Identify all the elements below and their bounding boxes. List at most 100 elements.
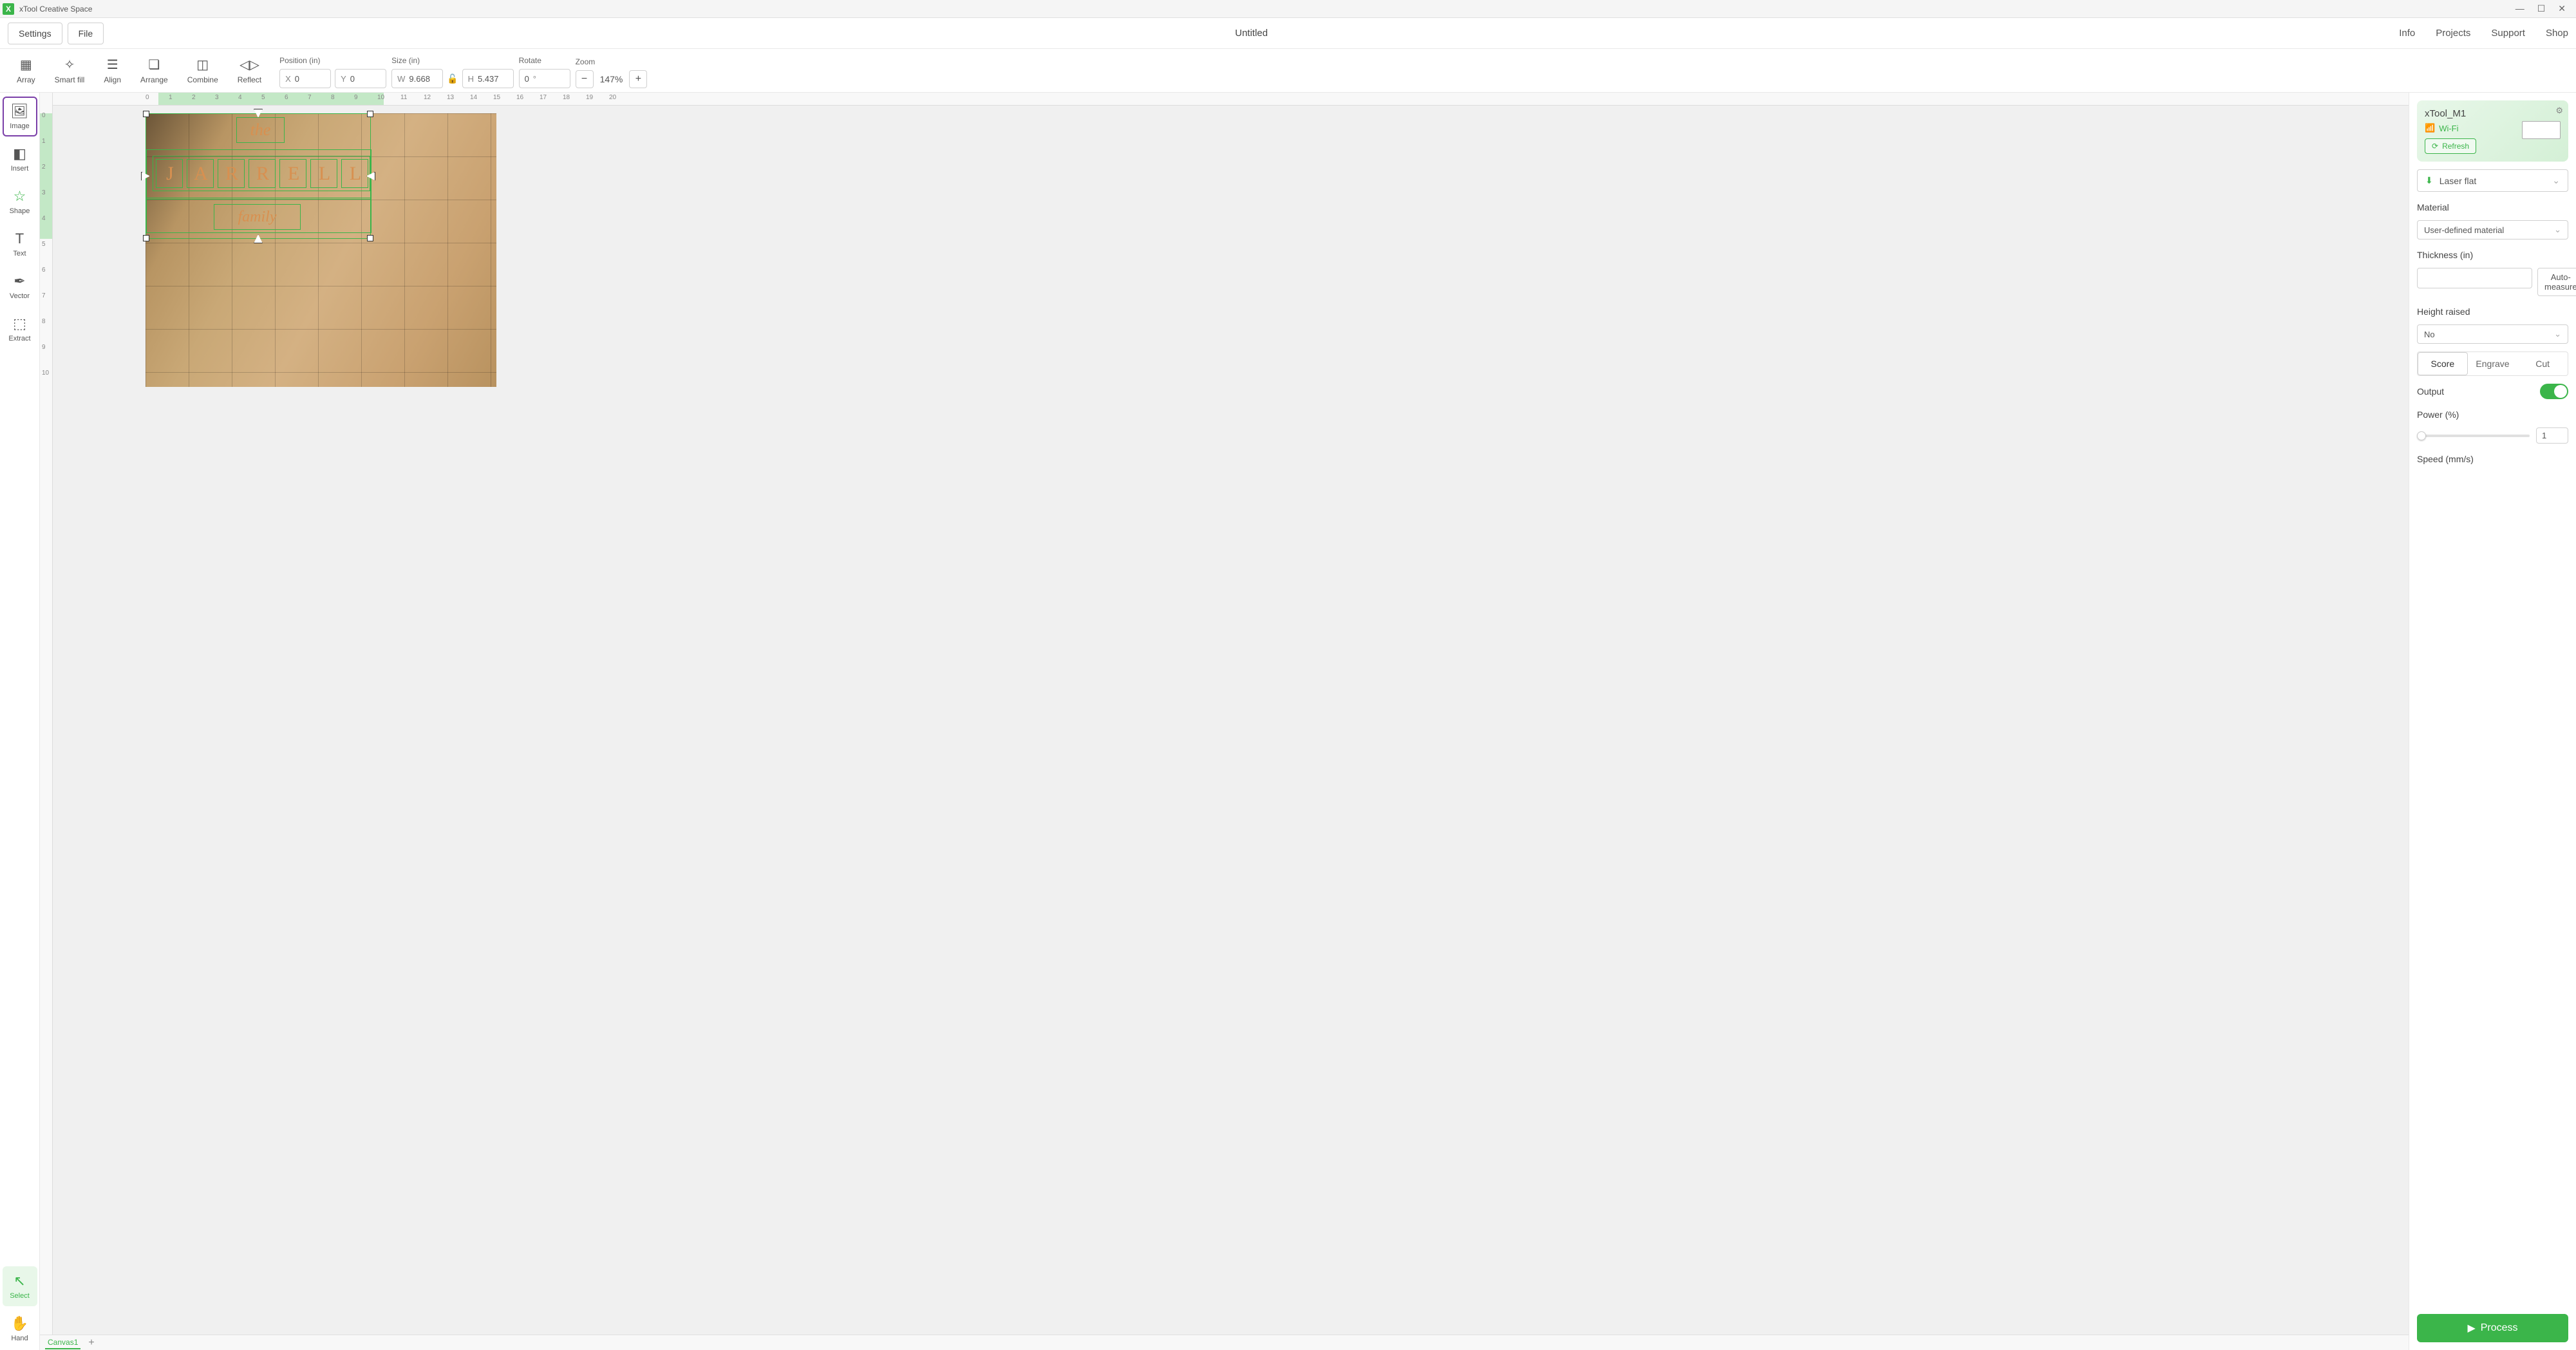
mode-select[interactable]: ⬇ Laser flat ⌄ — [2417, 169, 2568, 192]
canvas-viewport[interactable]: the JARRELL family — [53, 106, 2409, 1335]
output-toggle[interactable] — [2540, 384, 2568, 399]
material-select[interactable]: User-defined material⌄ — [2417, 220, 2568, 239]
lock-aspect-icon[interactable]: 🔓 — [447, 73, 458, 84]
handle-br[interactable] — [367, 235, 373, 241]
minimize-button[interactable]: — — [2515, 3, 2524, 14]
align-tool[interactable]: ☰Align — [95, 49, 130, 92]
device-card: ⚙ xTool_M1 📶Wi-Fi ⟳Refresh — [2417, 100, 2568, 162]
ruler-horizontal: 0 1 2 3 4 5 6 7 8 9 10 11 12 13 14 15 16… — [53, 93, 2409, 106]
process-icon: ▶ — [2467, 1322, 2475, 1335]
smartfill-tool[interactable]: ✧Smart fill — [46, 49, 94, 92]
nav-shop[interactable]: Shop — [2546, 28, 2568, 39]
zoom-out-button[interactable]: − — [576, 70, 594, 88]
handle-top[interactable] — [254, 109, 263, 118]
design-text-jarrell[interactable]: JARRELL — [153, 156, 370, 191]
array-tool[interactable]: ▦Array — [8, 49, 44, 92]
laser-flat-icon: ⬇ — [2425, 175, 2433, 186]
automeasure-button[interactable]: Auto-measure — [2537, 268, 2576, 296]
chevron-down-icon: ⌄ — [2554, 329, 2561, 339]
thickness-input[interactable] — [2417, 268, 2532, 288]
zoom-value: 147% — [596, 74, 627, 84]
rotate-input[interactable]: 0° — [519, 69, 570, 88]
thickness-label: Thickness (in) — [2417, 250, 2568, 260]
select-tool[interactable]: ↖Select — [3, 1266, 37, 1306]
shape-icon: ☆ — [14, 188, 26, 205]
extract-icon: ⬚ — [13, 315, 26, 332]
text-tool[interactable]: TText — [3, 224, 37, 264]
handle-tr[interactable] — [367, 111, 373, 117]
material-label: Material — [2417, 202, 2568, 212]
image-tool[interactable]: 🖼Image — [3, 97, 37, 136]
extract-tool[interactable]: ⬚Extract — [3, 309, 37, 349]
tab-engrave[interactable]: Engrave — [2468, 352, 2518, 375]
tab-cut[interactable]: Cut — [2517, 352, 2568, 375]
nav-projects[interactable]: Projects — [2436, 28, 2470, 39]
process-button[interactable]: ▶ Process — [2417, 1314, 2568, 1342]
size-h-input[interactable]: H5.437 — [462, 69, 514, 88]
position-x-input[interactable]: X0 — [279, 69, 331, 88]
align-icon: ☰ — [107, 57, 118, 73]
nav-support[interactable]: Support — [2491, 28, 2525, 39]
chevron-down-icon: ⌄ — [2554, 225, 2561, 235]
app-icon: X — [3, 3, 14, 15]
arrange-icon: ❏ — [148, 57, 160, 73]
array-icon: ▦ — [20, 57, 32, 73]
file-button[interactable]: File — [68, 23, 104, 44]
vector-icon: ✒ — [14, 273, 25, 290]
image-icon: 🖼 — [11, 103, 29, 120]
handle-bl[interactable] — [143, 235, 149, 241]
document-title: Untitled — [109, 28, 2394, 39]
close-button[interactable]: ✕ — [2558, 3, 2566, 14]
hand-icon: ✋ — [11, 1315, 28, 1332]
combine-icon: ◫ — [196, 57, 209, 73]
operation-tabs: Score Engrave Cut — [2417, 352, 2568, 376]
size-label: Size (in) — [391, 56, 513, 65]
power-slider[interactable] — [2417, 435, 2530, 437]
zoom-label: Zoom — [576, 57, 648, 66]
hand-tool[interactable]: ✋Hand — [3, 1309, 37, 1349]
chevron-down-icon: ⌄ — [2552, 175, 2560, 186]
nav-info[interactable]: Info — [2399, 28, 2415, 39]
ribbon: ▦Array ✧Smart fill ☰Align ❏Arrange ◫Comb… — [0, 49, 2576, 93]
device-image — [2522, 121, 2561, 139]
output-label: Output — [2417, 386, 2444, 397]
power-value[interactable]: 1 — [2536, 427, 2568, 444]
tab-score[interactable]: Score — [2418, 352, 2468, 375]
right-panel: ⚙ xTool_M1 📶Wi-Fi ⟳Refresh ⬇ Laser flat … — [2409, 93, 2576, 1350]
canvas-tabs: Canvas1 + — [40, 1335, 2409, 1350]
refresh-icon: ⟳ — [2432, 142, 2438, 151]
left-sidebar: 🖼Image ◧Insert ☆Shape TText ✒Vector ⬚Ext… — [0, 93, 40, 1350]
settings-button[interactable]: Settings — [8, 23, 62, 44]
combine-tool[interactable]: ◫Combine — [178, 49, 227, 92]
gear-icon[interactable]: ⚙ — [2555, 106, 2563, 116]
wifi-icon: 📶 — [2425, 123, 2435, 133]
title-bar: X xTool Creative Space — ☐ ✕ — [0, 0, 2576, 18]
size-w-input[interactable]: W9.668 — [391, 69, 443, 88]
menu-bar: Settings File Untitled Info Projects Sup… — [0, 18, 2576, 49]
design-text-the[interactable]: the — [236, 117, 285, 143]
camera-background: the JARRELL family — [146, 113, 496, 387]
design-text-family[interactable]: family — [214, 204, 301, 230]
arrange-tool[interactable]: ❏Arrange — [131, 49, 177, 92]
canvas-area: 0 1 2 3 4 5 6 7 8 9 10 11 12 13 14 15 16… — [40, 93, 2409, 1350]
maximize-button[interactable]: ☐ — [2537, 3, 2546, 14]
select-icon: ↖ — [14, 1273, 25, 1289]
window-title: xTool Creative Space — [19, 5, 92, 14]
handle-tl[interactable] — [143, 111, 149, 117]
selection-box[interactable]: the JARRELL family — [146, 113, 371, 239]
position-label: Position (in) — [279, 56, 386, 65]
position-y-input[interactable]: Y0 — [335, 69, 386, 88]
add-canvas-button[interactable]: + — [88, 1337, 94, 1349]
reflect-tool[interactable]: ◁▷Reflect — [229, 49, 270, 92]
vector-tool[interactable]: ✒Vector — [3, 267, 37, 306]
height-raised-label: Height raised — [2417, 306, 2568, 317]
power-label: Power (%) — [2417, 409, 2568, 420]
reflect-icon: ◁▷ — [240, 57, 259, 73]
shape-tool[interactable]: ☆Shape — [3, 182, 37, 221]
refresh-button[interactable]: ⟳Refresh — [2425, 138, 2476, 154]
canvas-tab-1[interactable]: Canvas1 — [45, 1336, 80, 1349]
insert-tool[interactable]: ◧Insert — [3, 139, 37, 179]
zoom-in-button[interactable]: + — [629, 70, 647, 88]
height-raised-select[interactable]: No⌄ — [2417, 324, 2568, 344]
insert-icon: ◧ — [13, 145, 26, 162]
